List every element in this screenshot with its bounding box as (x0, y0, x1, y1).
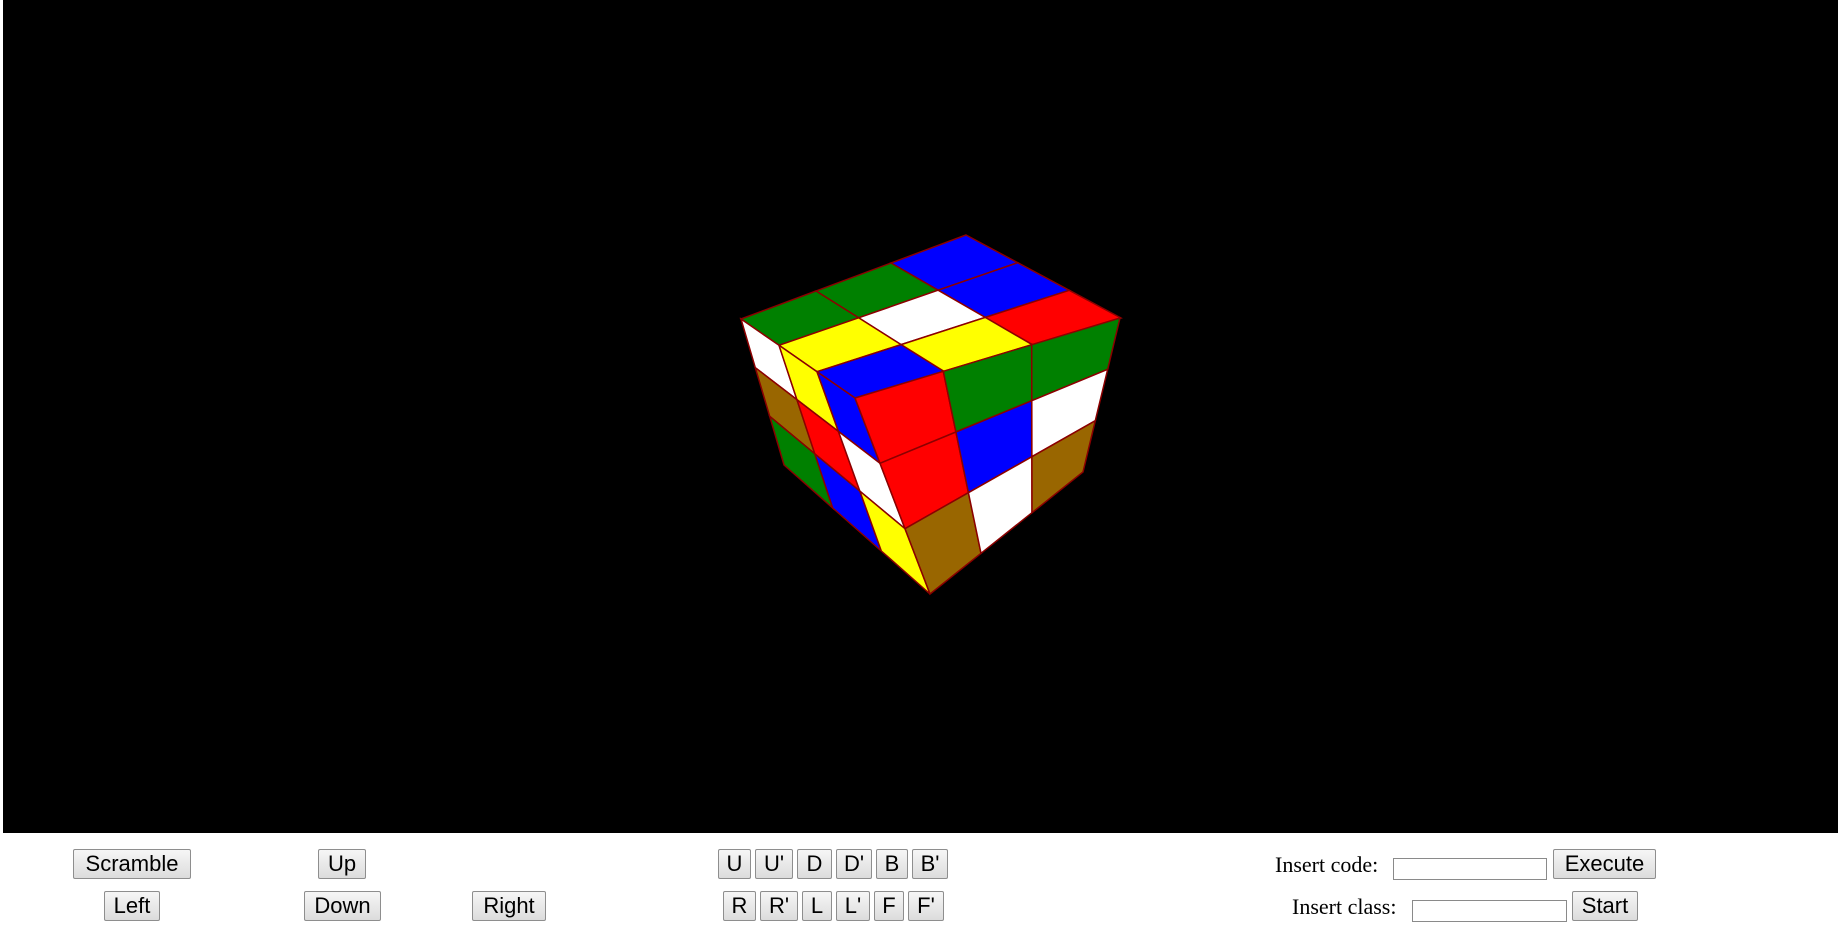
move-b-prime-button[interactable]: B' (912, 849, 948, 879)
move-u-button[interactable]: U (718, 849, 751, 879)
move-l-button[interactable]: L (802, 891, 832, 921)
move-f-button[interactable]: F (874, 891, 904, 921)
move-d-prime-button[interactable]: D' (836, 849, 872, 879)
rotate-up-button[interactable]: Up (318, 849, 366, 879)
move-b-button[interactable]: B (876, 849, 908, 879)
rotate-left-button[interactable]: Left (104, 891, 160, 921)
insert-code-label: Insert code: (1275, 852, 1379, 877)
move-l-prime-button[interactable]: L' (836, 891, 870, 921)
move-r-button[interactable]: R (723, 891, 756, 921)
move-f-prime-button[interactable]: F' (908, 891, 944, 921)
move-u-prime-button[interactable]: U' (755, 849, 793, 879)
execute-button[interactable]: Execute (1553, 849, 1656, 879)
rubiks-cube-canvas[interactable] (3, 0, 1838, 833)
scramble-button[interactable]: Scramble (73, 849, 191, 879)
insert-class-input[interactable] (1412, 900, 1567, 922)
insert-class-label: Insert class: (1292, 894, 1397, 919)
rotate-down-button[interactable]: Down (304, 891, 381, 921)
move-d-button[interactable]: D (797, 849, 832, 879)
cube-viewport[interactable] (3, 0, 1838, 833)
move-r-prime-button[interactable]: R' (760, 891, 798, 921)
rotate-right-button[interactable]: Right (472, 891, 546, 921)
start-button[interactable]: Start (1572, 891, 1638, 921)
insert-code-input[interactable] (1393, 858, 1547, 880)
